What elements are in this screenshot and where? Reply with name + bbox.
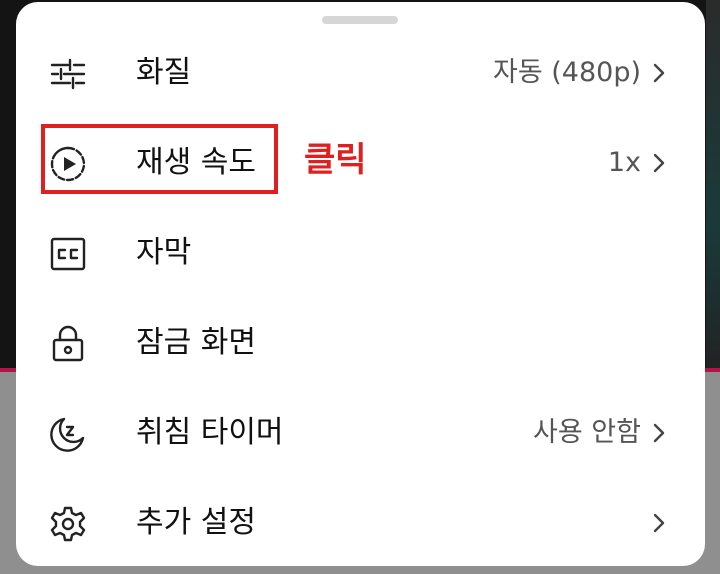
closed-captions-icon <box>48 234 88 274</box>
drag-handle[interactable] <box>322 16 398 24</box>
highlight-box <box>41 124 278 194</box>
menu-item-sleep-timer[interactable]: 취침 타이머 사용 안함 <box>16 388 705 478</box>
chevron-right-icon <box>651 151 667 175</box>
tune-sliders-icon <box>48 54 88 94</box>
chevron-right-icon <box>651 421 667 445</box>
menu-item-label: 자막 <box>136 235 192 270</box>
menu-item-captions[interactable]: 자막 <box>16 208 705 298</box>
click-annotation: 클릭 <box>304 140 367 180</box>
chevron-right-icon <box>651 61 667 85</box>
gear-icon <box>48 504 88 544</box>
chevron-right-icon <box>651 511 667 535</box>
menu-item-label: 화질 <box>136 55 192 90</box>
menu-item-label: 추가 설정 <box>136 505 256 540</box>
settings-bottom-sheet: 화질 자동 (480p) 재생 속도 1x 자막 잠금 화면 취침 타이머 사용… <box>16 2 705 566</box>
menu-item-label: 취침 타이머 <box>136 415 284 450</box>
lock-icon <box>48 324 88 364</box>
menu-item-value: 자동 (480p) <box>492 57 641 88</box>
menu-item-lock-screen[interactable]: 잠금 화면 <box>16 298 705 388</box>
menu-item-label: 잠금 화면 <box>136 325 256 360</box>
menu-item-quality[interactable]: 화질 자동 (480p) <box>16 28 705 118</box>
menu-item-additional-settings[interactable]: 추가 설정 <box>16 478 705 568</box>
video-background-edge <box>706 0 720 372</box>
menu-item-value: 사용 안함 <box>533 417 641 448</box>
menu-item-value: 1x <box>607 147 641 178</box>
sleep-moon-icon <box>48 414 88 454</box>
